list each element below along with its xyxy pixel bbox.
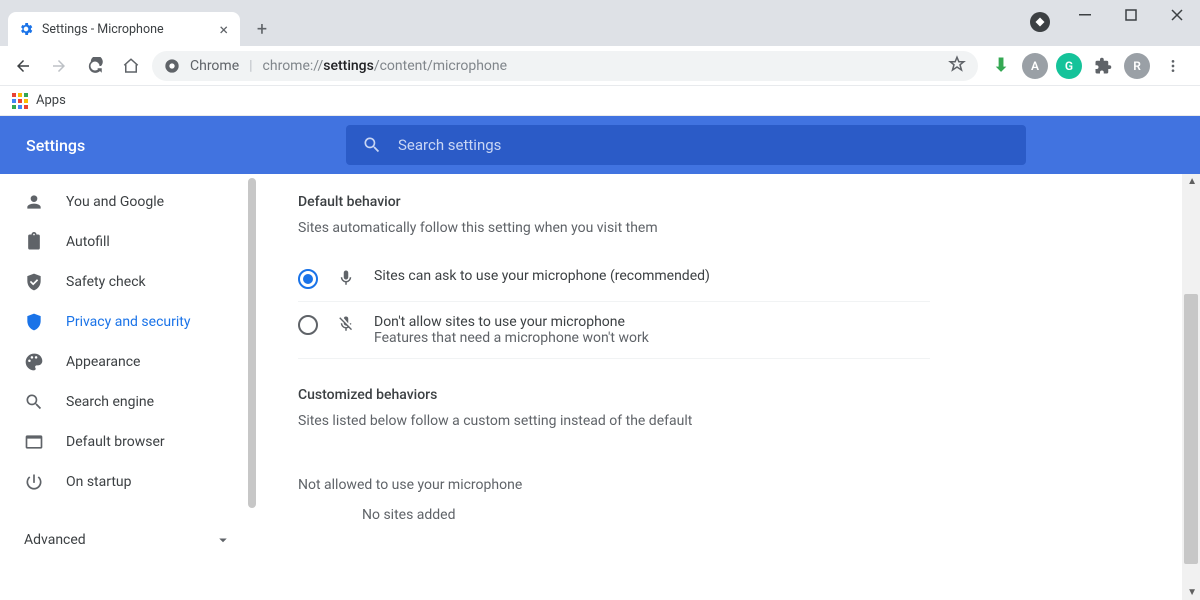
person-icon <box>24 192 44 212</box>
advanced-label: Advanced <box>24 532 86 548</box>
palette-icon <box>24 352 44 372</box>
shield-check-icon <box>24 272 44 292</box>
omnibox-label: Chrome <box>190 58 239 74</box>
microphone-icon <box>336 269 356 287</box>
sidebar-label: Appearance <box>66 354 140 370</box>
sidebar-item-search-engine[interactable]: Search engine <box>0 382 256 422</box>
gear-icon <box>18 21 34 37</box>
option-label: Don't allow sites to use your microphone <box>374 314 649 330</box>
maximize-button[interactable] <box>1108 0 1154 30</box>
sidebar-label: Search engine <box>66 394 154 410</box>
sidebar-label: Safety check <box>66 274 146 290</box>
clipboard-icon <box>24 232 44 252</box>
subsection-title: Not allowed to use your microphone <box>298 477 930 493</box>
tab-title: Settings - Microphone <box>42 22 209 37</box>
reload-button[interactable] <box>80 51 110 81</box>
section-title: Default behavior <box>298 194 930 210</box>
extension-icon[interactable]: ⬇ <box>988 53 1014 79</box>
profile-indicator-icon[interactable] <box>1030 12 1050 32</box>
search-icon <box>362 135 382 155</box>
extension-icon[interactable]: G <box>1056 53 1082 79</box>
sidebar-label: Default browser <box>66 434 165 450</box>
omnibox-url: chrome://settings/content/microphone <box>263 58 508 74</box>
sidebar-label: On startup <box>66 474 132 490</box>
settings-header: Settings <box>0 116 1200 174</box>
radio-option-ask[interactable]: Sites can ask to use your microphone (re… <box>298 256 930 302</box>
section-subtitle: Sites listed below follow a custom setti… <box>298 413 930 429</box>
browser-toolbar: Chrome | chrome://settings/content/micro… <box>0 46 1200 86</box>
sidebar-scrollbar[interactable] <box>248 178 256 508</box>
sidebar-item-default-browser[interactable]: Default browser <box>0 422 256 462</box>
apps-label[interactable]: Apps <box>36 93 66 108</box>
scrollbar-thumb[interactable] <box>1184 294 1198 564</box>
extensions-area: ⬇ A G R <box>984 51 1192 81</box>
chevron-down-icon <box>214 531 232 549</box>
back-button[interactable] <box>8 51 38 81</box>
power-icon <box>24 472 44 492</box>
address-bar[interactable]: Chrome | chrome://settings/content/micro… <box>152 51 978 81</box>
option-label: Sites can ask to use your microphone (re… <box>374 268 710 284</box>
section-title: Customized behaviors <box>298 387 930 403</box>
section-subtitle: Sites automatically follow this setting … <box>298 220 930 236</box>
chrome-menu-button[interactable] <box>1158 51 1188 81</box>
option-sublabel: Features that need a microphone won't wo… <box>374 330 649 346</box>
scroll-up-icon[interactable]: ▲ <box>1187 176 1197 187</box>
profile-avatar[interactable]: R <box>1124 53 1150 79</box>
scrollbar-track[interactable]: ▲ ▼ <box>1182 174 1200 600</box>
bookmark-star-icon[interactable] <box>948 55 966 77</box>
radio-option-block[interactable]: Don't allow sites to use your microphone… <box>298 302 930 359</box>
home-button[interactable] <box>116 51 146 81</box>
search-icon <box>24 392 44 412</box>
radio-button[interactable] <box>298 315 318 335</box>
sidebar-label: Autofill <box>66 234 110 250</box>
extensions-puzzle-icon[interactable] <box>1090 53 1116 79</box>
shield-icon <box>24 312 44 332</box>
empty-state-text: No sites added <box>298 507 930 523</box>
sidebar-item-autofill[interactable]: Autofill <box>0 222 256 262</box>
close-tab-icon[interactable]: × <box>217 20 230 39</box>
right-gutter: ▲ ▼ <box>1026 174 1200 600</box>
extension-icon[interactable]: A <box>1022 53 1048 79</box>
sidebar-item-on-startup[interactable]: On startup <box>0 462 256 502</box>
settings-title: Settings <box>26 136 286 155</box>
window-controls <box>1062 0 1200 30</box>
new-tab-button[interactable]: + <box>248 15 276 43</box>
browser-icon <box>24 432 44 452</box>
browser-tab[interactable]: Settings - Microphone × <box>8 12 240 46</box>
minimize-button[interactable] <box>1062 0 1108 30</box>
sidebar-label: Privacy and security <box>66 314 190 330</box>
sidebar-advanced-toggle[interactable]: Advanced <box>0 520 256 560</box>
radio-button[interactable] <box>298 269 318 289</box>
sidebar-item-appearance[interactable]: Appearance <box>0 342 256 382</box>
close-window-button[interactable] <box>1154 0 1200 30</box>
settings-search[interactable] <box>346 125 1026 165</box>
sidebar-item-privacy-security[interactable]: Privacy and security <box>0 302 256 342</box>
browser-titlebar: Settings - Microphone × + <box>0 0 1200 46</box>
settings-main: Default behavior Sites automatically fol… <box>256 174 1026 600</box>
forward-button[interactable] <box>44 51 74 81</box>
sidebar-label: You and Google <box>66 194 164 210</box>
sidebar-item-you-and-google[interactable]: You and Google <box>0 182 256 222</box>
scroll-down-icon[interactable]: ▼ <box>1187 587 1197 598</box>
settings-sidebar: You and Google Autofill Safety check Pri… <box>0 174 256 600</box>
chrome-icon <box>164 58 180 74</box>
microphone-off-icon <box>336 315 356 333</box>
sidebar-item-safety-check[interactable]: Safety check <box>0 262 256 302</box>
settings-content: You and Google Autofill Safety check Pri… <box>0 174 1200 600</box>
search-input[interactable] <box>398 136 1010 154</box>
bookmarks-bar: Apps <box>0 86 1200 116</box>
apps-icon[interactable] <box>12 93 28 109</box>
